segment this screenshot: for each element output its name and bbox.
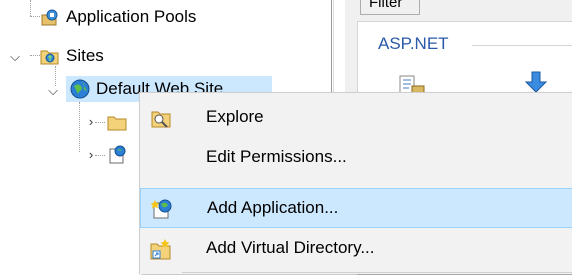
group-divider	[472, 45, 572, 46]
add-application-icon	[150, 198, 173, 220]
application-icon	[107, 145, 127, 165]
tree-item-label: Sites	[66, 46, 104, 65]
tree-line	[79, 102, 80, 152]
chevron-down-icon[interactable]: ⌵	[6, 48, 24, 66]
menu-item-label: Add Application...	[207, 198, 339, 217]
context-menu: Explore Edit Permissions... Add Applicat…	[139, 92, 572, 274]
menu-item-edit-permissions[interactable]: Edit Permissions...	[140, 137, 572, 177]
menu-item-add-virtual-directory[interactable]: Add Virtual Directory...	[140, 228, 572, 268]
application-pools-icon	[40, 7, 60, 27]
menu-item-label: Edit Permissions...	[206, 147, 347, 166]
menu-item-label: Explore	[206, 107, 264, 126]
tree-line	[95, 122, 105, 123]
menu-item-add-application[interactable]: Add Application...	[140, 188, 572, 228]
tree-item-sites[interactable]: Sites	[40, 43, 104, 69]
chevron-down-icon[interactable]: ⌵	[44, 82, 62, 100]
group-title: ASP.NET	[378, 34, 449, 53]
tree-item-label: Application Pools	[66, 7, 197, 26]
tree-line	[95, 155, 105, 156]
menu-item-explore[interactable]: Explore	[140, 97, 572, 137]
folder-icon	[107, 112, 127, 132]
tree-line	[30, 16, 40, 17]
tree-line	[30, 55, 40, 56]
tree-line	[30, 0, 31, 16]
menu-item-label: Add Virtual Directory...	[206, 238, 375, 257]
folder-explore-icon	[150, 107, 172, 129]
add-virtual-directory-icon	[150, 238, 172, 260]
tree-item-application-pools[interactable]: Application Pools	[40, 4, 196, 30]
filter-tab[interactable]: Filter	[360, 0, 420, 15]
sites-folder-icon	[40, 46, 60, 66]
globe-icon	[70, 79, 90, 99]
